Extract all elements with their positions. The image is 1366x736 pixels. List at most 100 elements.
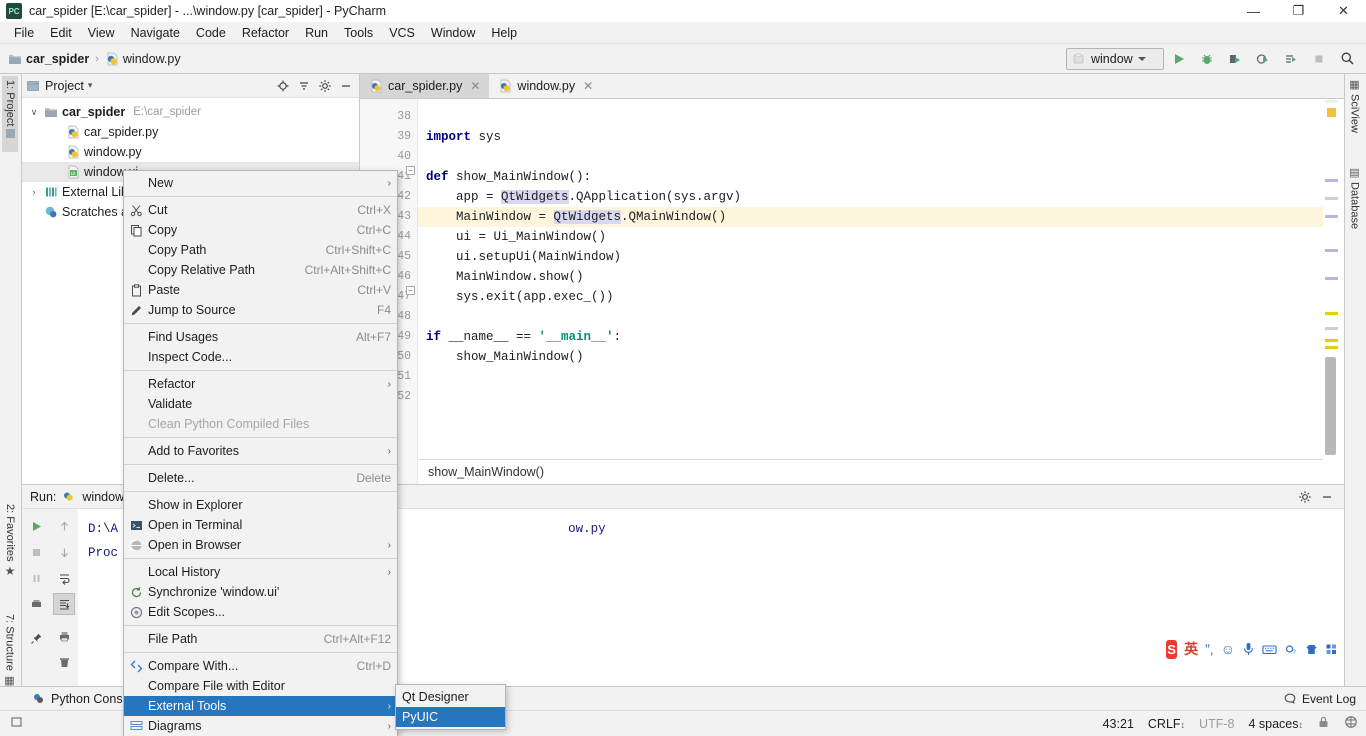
chevron-down-icon[interactable]: ▾	[88, 80, 93, 91]
locate-icon[interactable]	[274, 77, 292, 95]
pin-tab-icon[interactable]	[25, 627, 47, 649]
fold-marker-function[interactable]: −	[406, 166, 415, 175]
caret-position[interactable]: 43:21	[1103, 717, 1134, 731]
pause-icon[interactable]	[25, 567, 47, 589]
run-button[interactable]	[1166, 47, 1192, 71]
apps-icon[interactable]	[1325, 643, 1338, 656]
context-menu-item-edit-scopes[interactable]: Edit Scopes...	[124, 602, 397, 622]
sogou-logo-icon[interactable]: S	[1166, 639, 1178, 659]
run-window-config-name[interactable]: window	[82, 490, 124, 504]
context-menu-item-new[interactable]: New ›	[124, 173, 397, 193]
code-text[interactable]: import sys def show_MainWindow(): app = …	[418, 99, 1323, 459]
menu-file[interactable]: File	[6, 24, 42, 42]
code-line[interactable]: MainWindow = QtWidgets.QMainWindow()	[418, 207, 1323, 227]
code-line[interactable]	[418, 107, 1323, 127]
rerun-icon[interactable]	[25, 515, 47, 537]
code-line[interactable]: show_MainWindow()	[418, 347, 1323, 367]
collapse-all-icon[interactable]	[295, 77, 313, 95]
code-line[interactable]: ui = Ui_MainWindow()	[418, 227, 1323, 247]
context-menu-item-jump-to-source[interactable]: Jump to Source F4	[124, 300, 397, 320]
sidebar-item-sciview[interactable]: ▦ SciView	[1348, 78, 1361, 148]
run-coverage-button[interactable]	[1222, 47, 1248, 71]
editor-scrollbar-thumb[interactable]	[1325, 357, 1336, 455]
tree-twisty-icon[interactable]: ∨	[28, 107, 40, 118]
code-line[interactable]	[418, 307, 1323, 327]
debug-button[interactable]	[1194, 47, 1220, 71]
event-log-label[interactable]: Event Log	[1302, 692, 1356, 706]
soft-keyboard-icon[interactable]	[1262, 643, 1277, 656]
stop-button[interactable]	[1306, 47, 1332, 71]
code-line[interactable]: sys.exit(app.exec_())	[418, 287, 1323, 307]
skin-icon[interactable]	[1305, 643, 1318, 656]
context-menu-item-external-tools[interactable]: External Tools ›	[124, 696, 397, 716]
up-arrow-icon[interactable]	[53, 515, 75, 537]
editor-tab-car-spider-py[interactable]: car_spider.py ✕	[360, 74, 490, 98]
breadcrumb-item-project[interactable]: car_spider	[8, 52, 89, 66]
code-line[interactable]	[418, 147, 1323, 167]
run-with-options-button[interactable]	[1278, 47, 1304, 71]
context-menu-item-open-in-terminal[interactable]: Open in Terminal	[124, 515, 397, 535]
print-output-icon[interactable]	[25, 593, 47, 615]
hide-panel-icon[interactable]	[337, 77, 355, 95]
code-line[interactable]: if __name__ == '__main__':	[418, 327, 1323, 347]
context-menu-item-refactor[interactable]: Refactor ›	[124, 374, 397, 394]
code-line[interactable]: ui.setupUi(MainWindow)	[418, 247, 1323, 267]
submenu-item-qt-designer[interactable]: Qt Designer	[396, 687, 505, 707]
menu-help[interactable]: Help	[483, 24, 525, 42]
down-arrow-icon[interactable]	[53, 541, 75, 563]
tree-item-car-spider[interactable]: ∨ car_spider E:\car_spider	[22, 102, 359, 122]
minimize-button[interactable]: —	[1231, 0, 1276, 22]
fold-marker-block[interactable]: −	[406, 286, 415, 295]
breadcrumb-item-file[interactable]: window.py	[105, 52, 181, 66]
context-menu-item-show-in-explorer[interactable]: Show in Explorer	[124, 495, 397, 515]
context-menu-item-synchronize-window-ui[interactable]: Synchronize 'window.ui'	[124, 582, 397, 602]
tree-item-car-spider-py[interactable]: car_spider.py	[22, 122, 359, 142]
menu-navigate[interactable]: Navigate	[123, 24, 188, 42]
menu-code[interactable]: Code	[188, 24, 234, 42]
code-line[interactable]: import sys	[418, 127, 1323, 147]
context-menu-item-copy-relative-path[interactable]: Copy Relative Path Ctrl+Alt+Shift+C	[124, 260, 397, 280]
maximize-button[interactable]: ❐	[1276, 0, 1321, 22]
microphone-icon[interactable]	[1242, 642, 1255, 656]
context-menu-item-paste[interactable]: Paste Ctrl+V	[124, 280, 397, 300]
editor-marker-bar[interactable]	[1323, 99, 1344, 484]
close-icon[interactable]: ✕	[470, 79, 480, 93]
ime-mode-icon[interactable]: 英	[1184, 639, 1198, 659]
settings-gear-icon[interactable]	[316, 77, 334, 95]
menu-tools[interactable]: Tools	[336, 24, 381, 42]
emoji-icon[interactable]: ☺	[1221, 641, 1235, 657]
profile-button[interactable]	[1250, 47, 1276, 71]
scroll-to-end-icon[interactable]	[53, 593, 75, 615]
settings-gear-icon[interactable]	[1296, 488, 1314, 506]
context-menu-item-open-in-browser[interactable]: Open in Browser ›	[124, 535, 397, 555]
close-icon[interactable]: ✕	[583, 79, 593, 93]
run-configuration-selector[interactable]: window	[1066, 47, 1164, 70]
menu-view[interactable]: View	[80, 24, 123, 42]
code-line[interactable]: def show_MainWindow():	[418, 167, 1323, 187]
menu-run[interactable]: Run	[297, 24, 336, 42]
menu-edit[interactable]: Edit	[42, 24, 80, 42]
context-menu-item-find-usages[interactable]: Find Usages Alt+F7	[124, 327, 397, 347]
stop-icon[interactable]	[25, 541, 47, 563]
status-bar-left-icon[interactable]	[10, 715, 24, 732]
close-button[interactable]: ✕	[1321, 0, 1366, 22]
menu-vcs[interactable]: VCS	[381, 24, 423, 42]
context-menu-item-copy-path[interactable]: Copy Path Ctrl+Shift+C	[124, 240, 397, 260]
context-menu-item-validate[interactable]: Validate	[124, 394, 397, 414]
context-menu-item-delete[interactable]: Delete... Delete	[124, 468, 397, 488]
context-menu-item-add-to-favorites[interactable]: Add to Favorites ›	[124, 441, 397, 461]
clear-all-icon[interactable]	[53, 651, 75, 673]
indent-setting[interactable]: 4 spaces↕	[1248, 717, 1303, 731]
code-line[interactable]: MainWindow.show()	[418, 267, 1323, 287]
file-encoding[interactable]: UTF-8	[1199, 717, 1234, 731]
submenu-item-pyuic[interactable]: PyUIC	[396, 707, 505, 727]
context-menu-item-local-history[interactable]: Local History ›	[124, 562, 397, 582]
lock-icon[interactable]	[1317, 715, 1330, 732]
context-menu-item-cut[interactable]: Cut Ctrl+X	[124, 200, 397, 220]
soft-wrap-icon[interactable]	[53, 567, 75, 589]
context-menu-item-diagrams[interactable]: Diagrams ›	[124, 716, 397, 736]
tree-twisty-icon[interactable]: ›	[28, 187, 40, 197]
search-everywhere-button[interactable]	[1334, 47, 1360, 71]
hide-panel-icon[interactable]	[1318, 488, 1336, 506]
context-menu-item-compare-with[interactable]: Compare With... Ctrl+D	[124, 656, 397, 676]
